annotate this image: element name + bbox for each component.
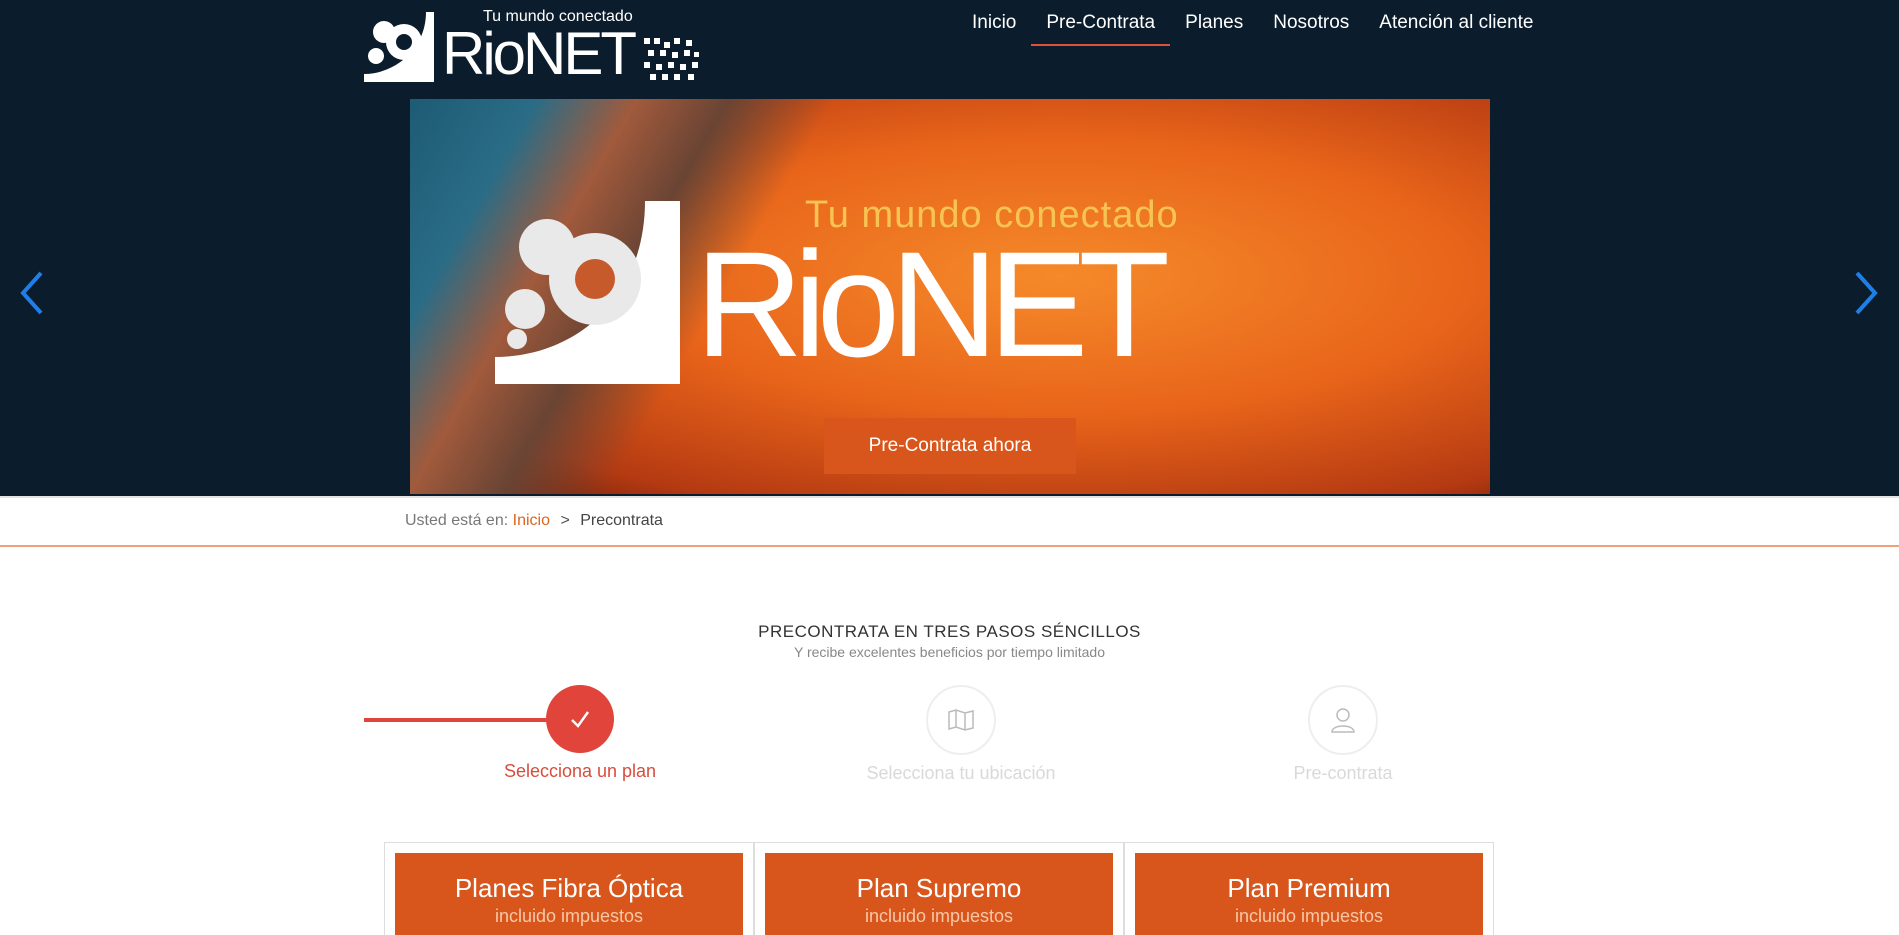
- step-pre-contrata[interactable]: Pre-contrata: [1243, 685, 1443, 784]
- nav-atencion-cliente[interactable]: Atención al cliente: [1364, 8, 1548, 46]
- rionet-logo[interactable]: Tu mundo conectado RioNET: [364, 8, 700, 86]
- steps-title: PRECONTRATA EN TRES PASOS SÉNCILLOS: [758, 622, 1141, 641]
- step-label: Pre-contrata: [1293, 763, 1393, 783]
- breadcrumb-bar: Usted está en: Inicio > Precontrata: [0, 496, 1899, 547]
- step-select-plan[interactable]: Selecciona un plan: [480, 685, 680, 782]
- header-hero: Tu mundo conectado RioNET Inicio Pre-Con…: [0, 0, 1899, 496]
- rionet-emblem-icon: [364, 12, 434, 82]
- nav-nosotros[interactable]: Nosotros: [1258, 8, 1364, 46]
- carousel-prev-button[interactable]: [17, 268, 47, 318]
- hero-banner: Tu mundo conectado RioNET Pre-Contrata a…: [410, 99, 1490, 494]
- banner-wordmark: RioNET: [695, 220, 1170, 388]
- step-label: Selecciona un plan: [503, 761, 657, 781]
- plan-card-premium[interactable]: Plan Premium incluido impuestos: [1124, 842, 1494, 935]
- breadcrumb-current: Precontrata: [580, 512, 663, 529]
- breadcrumb: Usted está en: Inicio > Precontrata: [405, 512, 663, 530]
- plan-note: incluido impuestos: [1234, 906, 1384, 926]
- steps-subtitle: Y recibe excelentes beneficios por tiemp…: [793, 644, 1106, 660]
- nav-inicio[interactable]: Inicio: [957, 8, 1031, 46]
- banner-emblem-icon: [495, 201, 680, 384]
- logo-wordmark: RioNET: [442, 20, 637, 87]
- plan-name: Plan Premium: [1227, 873, 1391, 903]
- step-circle: [546, 685, 614, 753]
- plan-card-header: Plan Supremo incluido impuestos: [765, 853, 1113, 935]
- nav-planes[interactable]: Planes: [1170, 8, 1258, 46]
- plans-grid: Planes Fibra Óptica incluido impuestos P…: [384, 842, 1496, 935]
- step-label: Selecciona tu ubicación: [866, 763, 1056, 783]
- plan-name: Planes Fibra Óptica: [454, 873, 684, 903]
- plan-note: incluido impuestos: [864, 906, 1014, 926]
- chevron-left-icon: [20, 271, 43, 315]
- plan-card-header: Planes Fibra Óptica incluido impuestos: [395, 853, 743, 935]
- chevron-right-icon: [1855, 271, 1878, 315]
- check-icon: [571, 711, 590, 728]
- user-icon: [1331, 708, 1355, 733]
- carousel-next-button[interactable]: [1851, 268, 1881, 318]
- breadcrumb-prefix: Usted está en:: [405, 512, 509, 529]
- pixel-pattern-icon: [644, 38, 699, 80]
- main-nav: Inicio Pre-Contrata Planes Nosotros Aten…: [957, 8, 1549, 46]
- plan-card-header: Plan Premium incluido impuestos: [1135, 853, 1483, 935]
- pre-contrata-ahora-button[interactable]: Pre-Contrata ahora: [824, 418, 1076, 474]
- nav-pre-contrata[interactable]: Pre-Contrata: [1031, 8, 1171, 46]
- plan-name: Plan Supremo: [856, 873, 1022, 903]
- plan-card-supremo[interactable]: Plan Supremo incluido impuestos: [754, 842, 1124, 935]
- plan-note: incluido impuestos: [494, 906, 644, 926]
- breadcrumb-separator-icon: >: [560, 512, 570, 529]
- step-circle: [926, 685, 996, 755]
- plan-card-fibra-optica[interactable]: Planes Fibra Óptica incluido impuestos: [384, 842, 754, 935]
- step-circle: [1308, 685, 1378, 755]
- step-select-location[interactable]: Selecciona tu ubicación: [861, 685, 1061, 784]
- map-icon: [948, 709, 974, 731]
- breadcrumb-home-link[interactable]: Inicio: [513, 512, 550, 529]
